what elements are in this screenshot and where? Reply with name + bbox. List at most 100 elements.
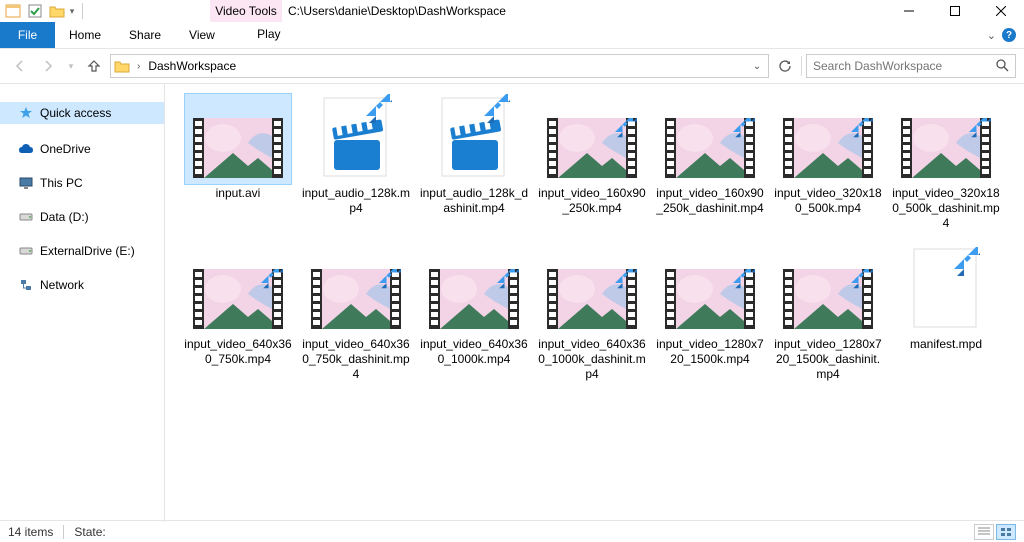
search-box[interactable] bbox=[806, 54, 1016, 78]
file-item[interactable]: input_video_640x360_1000k_dashinit.mp4 bbox=[533, 245, 651, 382]
file-thumbnail bbox=[893, 245, 999, 335]
status-bar: 14 items State: bbox=[0, 520, 1024, 542]
address-dropdown-icon[interactable]: ⌄ bbox=[748, 61, 766, 72]
navigation-bar: ▾ › DashWorkspace ⌄ bbox=[0, 49, 1024, 83]
file-item[interactable]: input_video_320x180_500k.mp4 bbox=[769, 94, 887, 231]
file-list[interactable]: input.avi input_audio_128k.mp4 input_aud… bbox=[165, 84, 1024, 522]
file-name-label: input_video_1280x720_1500k.mp4 bbox=[655, 335, 765, 367]
cloud-icon bbox=[18, 141, 34, 157]
recent-locations-button[interactable]: ▾ bbox=[64, 54, 78, 78]
search-input[interactable] bbox=[813, 59, 995, 73]
file-name-label: input_video_640x360_1000k.mp4 bbox=[419, 335, 529, 367]
sidebar-item-external[interactable]: ExternalDrive (E:) bbox=[0, 240, 164, 262]
sidebar-item-quick-access[interactable]: Quick access bbox=[0, 102, 164, 124]
up-button[interactable] bbox=[82, 54, 106, 78]
file-item[interactable]: input_video_1280x720_1500k_dashinit.mp4 bbox=[769, 245, 887, 382]
star-icon bbox=[18, 105, 34, 121]
minimize-button[interactable] bbox=[886, 0, 932, 22]
sidebar-item-onedrive[interactable]: OneDrive bbox=[0, 138, 164, 160]
file-thumbnail bbox=[657, 245, 763, 335]
file-item[interactable]: input_video_640x360_750k.mp4 bbox=[179, 245, 297, 382]
file-thumbnail bbox=[185, 94, 291, 184]
state-label: State: bbox=[74, 525, 105, 539]
icons-view-button[interactable] bbox=[996, 524, 1016, 540]
qat-overflow[interactable]: ▾ bbox=[68, 0, 76, 22]
network-icon bbox=[18, 277, 34, 293]
file-item[interactable]: input_audio_128k_dashinit.mp4 bbox=[415, 94, 533, 231]
qat-folder-icon[interactable] bbox=[46, 0, 68, 22]
breadcrumb-chevron-icon[interactable]: › bbox=[135, 61, 142, 72]
breadcrumb-segment[interactable]: DashWorkspace bbox=[146, 59, 238, 73]
file-item[interactable]: input_video_160x90_250k.mp4 bbox=[533, 94, 651, 231]
qat-divider bbox=[76, 0, 90, 22]
sidebar-label: ExternalDrive (E:) bbox=[40, 244, 135, 258]
view-tab[interactable]: View bbox=[175, 22, 229, 48]
file-name-label: input_video_320x180_500k_dashinit.mp4 bbox=[891, 184, 1001, 231]
share-tab[interactable]: Share bbox=[115, 22, 175, 48]
maximize-button[interactable] bbox=[932, 0, 978, 22]
drive-icon bbox=[18, 209, 34, 225]
ribbon-expand-icon[interactable]: ⌄ bbox=[987, 29, 996, 42]
sidebar-item-thispc[interactable]: This PC bbox=[0, 172, 164, 194]
file-thumbnail bbox=[775, 245, 881, 335]
close-button[interactable] bbox=[978, 0, 1024, 22]
file-item[interactable]: input_audio_128k.mp4 bbox=[297, 94, 415, 231]
navigation-pane: Quick access OneDrive This PC Data (D:) … bbox=[0, 84, 165, 522]
home-tab[interactable]: Home bbox=[55, 22, 115, 48]
file-name-label: manifest.mpd bbox=[891, 335, 1001, 352]
title-bar: ▾ Video Tools C:\Users\danie\Desktop\Das… bbox=[0, 0, 1024, 22]
file-name-label: input_video_160x90_250k_dashinit.mp4 bbox=[655, 184, 765, 216]
file-name-label: input_video_640x360_750k_dashinit.mp4 bbox=[301, 335, 411, 382]
file-item[interactable]: input.avi bbox=[179, 94, 297, 231]
file-thumbnail bbox=[893, 94, 999, 184]
play-tab[interactable]: Play bbox=[233, 22, 305, 48]
details-view-button[interactable] bbox=[974, 524, 994, 540]
window-title: C:\Users\danie\Desktop\DashWorkspace bbox=[288, 0, 506, 22]
file-thumbnail bbox=[421, 245, 527, 335]
contextual-tab-group: Video Tools bbox=[210, 0, 282, 22]
file-name-label: input.avi bbox=[183, 184, 293, 201]
file-item[interactable]: input_video_1280x720_1500k.mp4 bbox=[651, 245, 769, 382]
file-item[interactable]: input_video_640x360_750k_dashinit.mp4 bbox=[297, 245, 415, 382]
refresh-button[interactable] bbox=[773, 54, 797, 78]
sidebar-item-data[interactable]: Data (D:) bbox=[0, 206, 164, 228]
file-thumbnail bbox=[421, 94, 527, 184]
file-thumbnail bbox=[303, 94, 409, 184]
sidebar-label: Quick access bbox=[40, 106, 111, 120]
sidebar-label: OneDrive bbox=[40, 142, 91, 156]
window-controls bbox=[886, 0, 1024, 22]
file-item[interactable]: input_video_160x90_250k_dashinit.mp4 bbox=[651, 94, 769, 231]
help-icon[interactable]: ? bbox=[1002, 28, 1016, 42]
back-button[interactable] bbox=[8, 54, 32, 78]
quick-access-toolbar: ▾ bbox=[0, 0, 92, 22]
file-thumbnail bbox=[657, 94, 763, 184]
qat-file-icon[interactable] bbox=[2, 0, 24, 22]
sidebar-label: Network bbox=[40, 278, 84, 292]
file-thumbnail bbox=[539, 94, 645, 184]
file-thumbnail bbox=[775, 94, 881, 184]
file-name-label: input_video_640x360_1000k_dashinit.mp4 bbox=[537, 335, 647, 382]
item-count: 14 items bbox=[8, 525, 53, 539]
ribbon-tabs: File Home Share View Play ⌄ ? bbox=[0, 22, 1024, 48]
sidebar-item-network[interactable]: Network bbox=[0, 274, 164, 296]
file-tab[interactable]: File bbox=[0, 22, 55, 48]
folder-icon bbox=[113, 57, 131, 75]
file-item[interactable]: input_video_640x360_1000k.mp4 bbox=[415, 245, 533, 382]
file-item[interactable]: input_video_320x180_500k_dashinit.mp4 bbox=[887, 94, 1005, 231]
file-thumbnail bbox=[303, 245, 409, 335]
file-item[interactable]: manifest.mpd bbox=[887, 245, 1005, 382]
drive-icon bbox=[18, 243, 34, 259]
file-name-label: input_audio_128k.mp4 bbox=[301, 184, 411, 216]
forward-button[interactable] bbox=[36, 54, 60, 78]
address-bar[interactable]: › DashWorkspace ⌄ bbox=[110, 54, 769, 78]
sidebar-label: Data (D:) bbox=[40, 210, 89, 224]
file-name-label: input_video_640x360_750k.mp4 bbox=[183, 335, 293, 367]
file-thumbnail bbox=[539, 245, 645, 335]
view-mode-toggles bbox=[974, 524, 1016, 540]
sidebar-label: This PC bbox=[40, 176, 83, 190]
explorer-body: Quick access OneDrive This PC Data (D:) … bbox=[0, 84, 1024, 522]
video-tools-label: Video Tools bbox=[210, 0, 282, 22]
qat-properties-icon[interactable] bbox=[24, 0, 46, 22]
search-icon[interactable] bbox=[995, 58, 1009, 75]
file-name-label: input_audio_128k_dashinit.mp4 bbox=[419, 184, 529, 216]
